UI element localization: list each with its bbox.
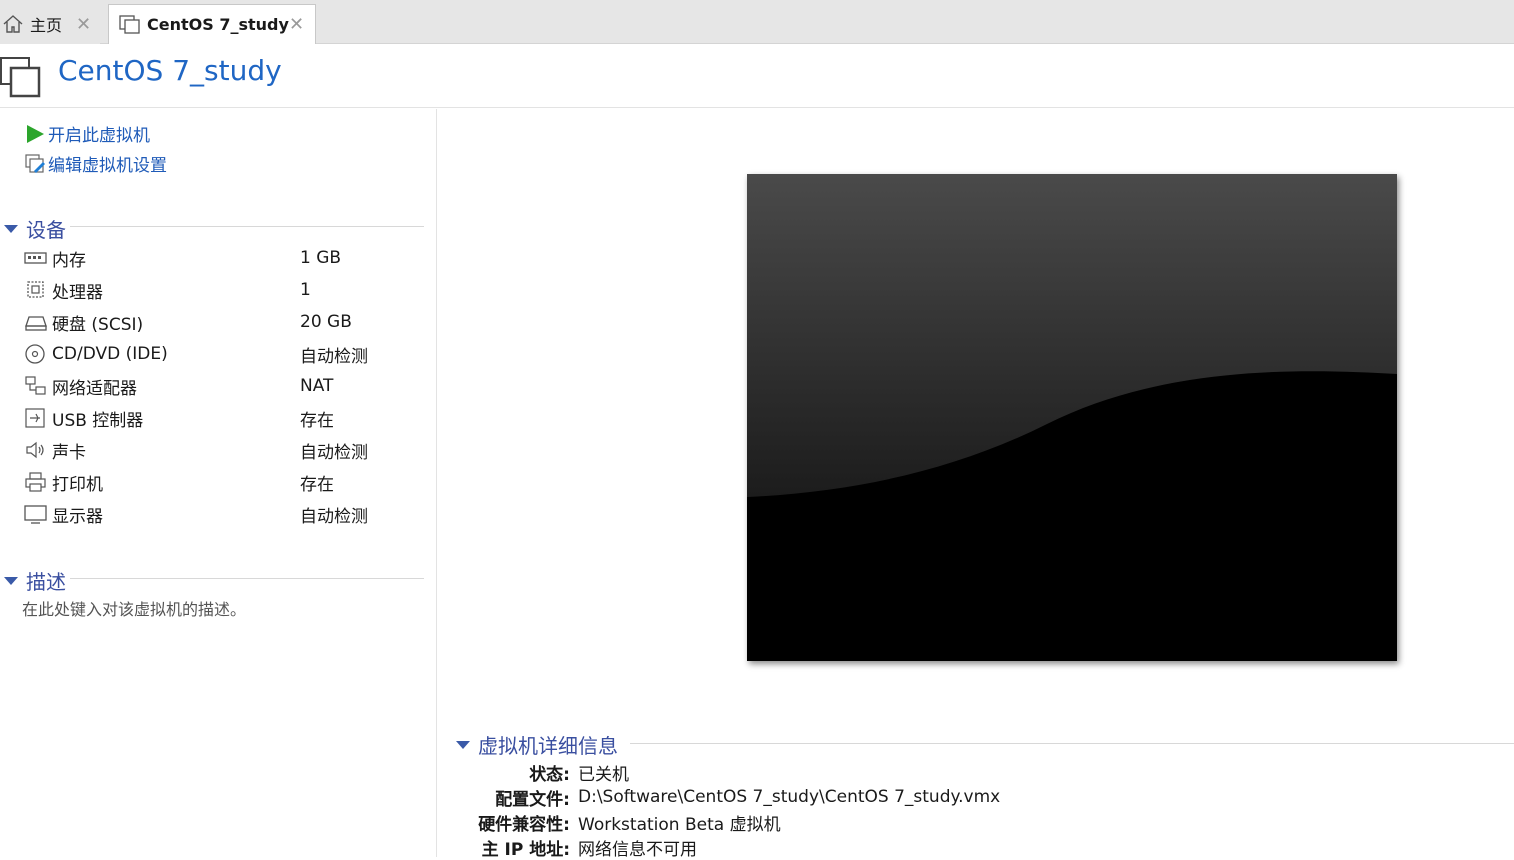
- devices-divider: [70, 226, 424, 227]
- network-icon: [24, 375, 48, 397]
- vm-title-icon: [0, 57, 41, 98]
- device-row-sound[interactable]: 声卡 自动检测: [24, 435, 424, 465]
- device-value: 自动检测: [300, 442, 368, 463]
- details-section-header[interactable]: 虚拟机详细信息: [456, 730, 618, 759]
- play-icon: [24, 123, 48, 145]
- usb-icon: [24, 407, 48, 429]
- detail-value: 已关机: [578, 764, 629, 785]
- tab-vm-label: CentOS 7_study: [147, 15, 289, 34]
- start-vm-label: 开启此虚拟机: [48, 126, 150, 146]
- collapse-icon: [4, 224, 18, 233]
- device-value: 存在: [300, 410, 334, 431]
- collapse-icon: [4, 576, 18, 585]
- printer-icon: [24, 471, 48, 493]
- close-icon[interactable]: ✕: [76, 14, 91, 35]
- detail-row-compatibility: 硬件兼容性: Workstation Beta 虚拟机: [440, 810, 781, 835]
- device-value: NAT: [300, 376, 334, 396]
- detail-key: 硬件兼容性:: [478, 814, 570, 835]
- device-value: 存在: [300, 474, 334, 495]
- detail-key: 状态:: [529, 764, 570, 785]
- left-panel: 开启此虚拟机 编辑虚拟机设置 设备 内存 1 GB 处理器 1 硬盘 (SCSI…: [0, 109, 437, 857]
- monitor-icon: [24, 503, 48, 525]
- device-name: 打印机: [52, 474, 103, 495]
- start-vm-button[interactable]: 开启此虚拟机: [24, 121, 150, 146]
- description-divider: [70, 578, 424, 579]
- detail-row-ip: 主 IP 地址: 网络信息不可用: [440, 835, 697, 860]
- harddisk-icon: [24, 311, 48, 333]
- device-row-printer[interactable]: 打印机 存在: [24, 467, 424, 497]
- devices-section-title: 设备: [26, 214, 70, 243]
- device-value: 1 GB: [300, 248, 342, 268]
- device-row-cd-dvd[interactable]: CD/DVD (IDE) 自动检测: [24, 339, 424, 369]
- collapse-icon: [456, 740, 470, 749]
- home-icon: [3, 15, 23, 33]
- edit-settings-icon: [24, 153, 48, 175]
- edit-vm-settings-button[interactable]: 编辑虚拟机设置: [24, 151, 167, 176]
- vm-icon: [119, 14, 140, 34]
- cd-icon: [24, 343, 48, 365]
- page-title: CentOS 7_study: [58, 54, 282, 87]
- vm-preview[interactable]: [747, 174, 1397, 661]
- edit-vm-settings-label: 编辑虚拟机设置: [48, 156, 167, 176]
- device-row-cpu[interactable]: 处理器 1: [24, 275, 424, 305]
- devices-section-header[interactable]: 设备: [4, 214, 70, 243]
- detail-key: 主 IP 地址:: [481, 839, 570, 860]
- detail-row-config-file: 配置文件: D:\Software\CentOS 7_study\CentOS …: [440, 785, 1001, 810]
- device-name: 内存: [52, 250, 86, 271]
- device-value: 1: [300, 280, 311, 300]
- description-section-header[interactable]: 描述: [4, 566, 70, 595]
- tab-vm[interactable]: CentOS 7_study ✕: [108, 4, 316, 44]
- tab-home-label: 主页: [30, 16, 63, 35]
- close-icon[interactable]: ✕: [289, 14, 304, 35]
- details-divider: [630, 743, 1514, 744]
- detail-value: 网络信息不可用: [578, 839, 697, 860]
- detail-key: 配置文件:: [495, 789, 570, 810]
- device-name: USB 控制器: [52, 410, 144, 431]
- device-value: 自动检测: [300, 346, 368, 367]
- detail-value: Workstation Beta 虚拟机: [578, 814, 781, 835]
- device-name: 处理器: [52, 282, 103, 303]
- description-input[interactable]: 在此处键入对该虚拟机的描述。: [22, 596, 246, 620]
- device-value: 20 GB: [300, 312, 352, 332]
- device-name: 硬盘 (SCSI): [52, 314, 144, 335]
- device-row-memory[interactable]: 内存 1 GB: [24, 243, 424, 273]
- device-row-network[interactable]: 网络适配器 NAT: [24, 371, 424, 401]
- device-row-display[interactable]: 显示器 自动检测: [24, 499, 424, 529]
- device-row-harddisk[interactable]: 硬盘 (SCSI) 20 GB: [24, 307, 424, 337]
- detail-value: D:\Software\CentOS 7_study\CentOS 7_stud…: [578, 787, 1001, 807]
- cpu-icon: [24, 279, 48, 301]
- vm-preview-screen: [747, 174, 1397, 661]
- detail-row-status: 状态: 已关机: [440, 760, 629, 785]
- details-section-title: 虚拟机详细信息: [478, 734, 618, 758]
- device-value: 自动检测: [300, 506, 368, 527]
- device-name: CD/DVD (IDE): [52, 344, 168, 364]
- tab-home[interactable]: 主页 ✕: [0, 4, 100, 44]
- memory-icon: [24, 247, 48, 269]
- description-section-title: 描述: [26, 566, 70, 595]
- tab-bar: 主页 ✕ CentOS 7_study ✕: [0, 0, 1514, 44]
- device-name: 显示器: [52, 506, 103, 527]
- device-row-usb[interactable]: USB 控制器 存在: [24, 403, 424, 433]
- device-name: 声卡: [52, 442, 86, 463]
- device-name: 网络适配器: [52, 378, 137, 399]
- speaker-icon: [24, 439, 48, 461]
- title-row: CentOS 7_study: [0, 44, 1514, 108]
